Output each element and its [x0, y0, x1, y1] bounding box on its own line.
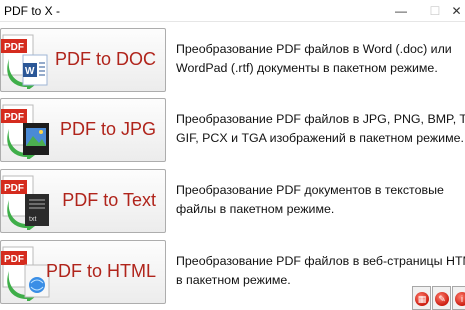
pdf-to-word-icon: PDF W	[1, 34, 48, 89]
pdf-to-doc-button[interactable]: PDF W PDF to DOC	[0, 28, 166, 92]
convert-row-doc: PDF W PDF to DOC Преобразование PDF файл…	[0, 28, 465, 92]
close-button[interactable]: ✕	[448, 0, 465, 22]
window-title: PDF to X -	[4, 4, 61, 18]
pdf-to-html-button[interactable]: PDF PDF to HTML	[0, 240, 166, 304]
svg-text:PDF: PDF	[4, 254, 24, 265]
svg-text:PDF: PDF	[4, 112, 24, 123]
pdf-to-text-description: Преобразование PDF документов в текстовы…	[176, 183, 444, 216]
pdf-to-text-label: PDF to Text	[62, 190, 156, 210]
svg-text:PDF: PDF	[4, 183, 24, 194]
pdf-to-doc-label: PDF to DOC	[54, 49, 156, 69]
svg-text:txt: txt	[29, 216, 36, 223]
grid-button[interactable]: ▦	[412, 286, 431, 310]
pdf-to-html-description: Преобразование PDF файлов в веб-страницы…	[176, 254, 465, 287]
title-bar: PDF to X - — ☐ ✕	[0, 0, 465, 22]
minimize-button[interactable]: —	[384, 0, 418, 22]
info-button[interactable]: i	[452, 286, 465, 310]
pdf-to-text-icon: PDF txt	[1, 175, 49, 230]
pdf-to-doc-description: Преобразование PDF файлов в Word (.doc) …	[176, 42, 452, 75]
pdf-to-html-label: PDF to HTML	[45, 261, 156, 281]
bottom-toolbar: ▦ ✎ i	[412, 286, 465, 310]
pdf-to-jpg-label: PDF to JPG	[59, 119, 156, 139]
pdf-to-image-icon: PDF	[1, 104, 49, 159]
convert-row-html: PDF PDF to HTML Преобразование PDF файло…	[0, 240, 465, 304]
maximize-button[interactable]: ☐	[418, 0, 452, 22]
pdf-to-html-icon: PDF	[1, 246, 50, 301]
pdf-to-jpg-description: Преобразование PDF файлов в JPG, PNG, BM…	[176, 112, 465, 145]
svg-text:PDF: PDF	[4, 42, 24, 53]
pdf-to-jpg-button[interactable]: PDF PDF to JPG	[0, 98, 166, 162]
pdf-to-text-button[interactable]: PDF txt PDF to Text	[0, 169, 166, 233]
convert-row-jpg: PDF PDF to JPG Преобразование PDF файлов…	[0, 98, 465, 162]
convert-row-text: PDF txt PDF to Text Преобразование PDF д…	[0, 169, 465, 233]
action-button[interactable]: ✎	[432, 286, 451, 310]
svg-text:W: W	[25, 66, 35, 77]
